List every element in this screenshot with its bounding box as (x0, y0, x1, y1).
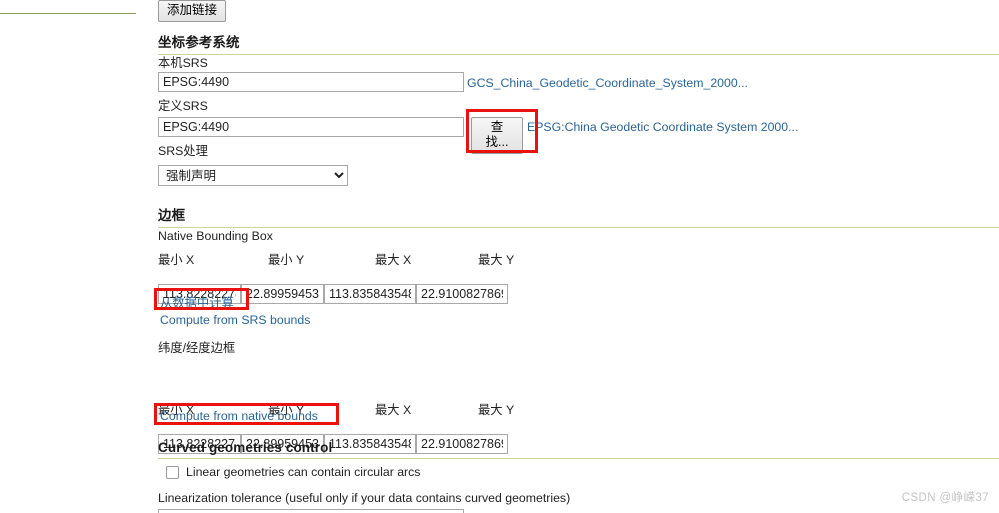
curved-section-header: Curved geometries control (158, 440, 999, 459)
bbox-section-title: 边框 (158, 204, 999, 228)
bbox-section-header: 边框 (158, 204, 999, 228)
native-bbox-header-min-x: 最小 X (158, 253, 195, 267)
watermark: CSDN @峥嵘37 (901, 492, 989, 504)
latlon-bbox-header-max-y: 最大 Y (478, 403, 515, 417)
latlon-bbox-label: 纬度/经度边框 (158, 341, 236, 355)
compute-from-native-bounds-link[interactable]: Compute from native bounds (160, 409, 318, 423)
native-srs-label: 本机SRS (158, 56, 208, 70)
native-srs-input[interactable] (158, 72, 464, 92)
circular-arcs-checkbox[interactable] (166, 466, 179, 479)
linearization-tolerance-label: Linearization tolerance (useful only if … (158, 491, 571, 505)
curved-section-title: Curved geometries control (158, 440, 999, 459)
declared-srs-input[interactable] (158, 117, 464, 137)
native-bbox-headers: 最小 X 最小 Y 最大 X 最大 Y (158, 250, 578, 267)
add-link-button[interactable]: 添加链接 (158, 0, 227, 22)
srs-section-title: 坐标参考系统 (158, 31, 999, 55)
srs-handling-select[interactable]: 强制声明 (158, 165, 348, 186)
srs-handling-label: SRS处理 (158, 144, 208, 158)
form-content: 添加链接 坐标参考系统 本机SRS GCS_China_Geodetic_Coo… (154, 0, 999, 513)
native-bbox-header-max-y: 最大 Y (478, 253, 515, 267)
srs-handling-label-wrap: SRS处理 (158, 144, 208, 159)
top-divider (0, 13, 136, 14)
linearization-tolerance-input[interactable] (158, 509, 464, 513)
page-root: 添加链接 坐标参考系统 本机SRS GCS_China_Geodetic_Coo… (0, 0, 999, 513)
latlon-bbox-header-max-x: 最大 X (375, 403, 412, 417)
declared-srs-description-link[interactable]: EPSG:China Geodetic Coordinate System 20… (527, 120, 798, 134)
native-bbox-header-min-y: 最小 Y (268, 253, 305, 267)
native-bbox-min-y-input[interactable] (241, 284, 324, 304)
native-srs-label-wrap: 本机SRS (158, 56, 208, 71)
native-bbox-max-x-input[interactable] (324, 284, 416, 304)
circular-arcs-row[interactable]: Linear geometries can contain circular a… (166, 465, 420, 480)
compute-from-srs-bounds-link[interactable]: Compute from SRS bounds (160, 313, 310, 327)
native-bbox-header-max-x: 最大 X (375, 253, 412, 267)
native-bbox-max-y-input[interactable] (416, 284, 508, 304)
latlon-bbox-label-wrap: 纬度/经度边框 (158, 341, 235, 356)
circular-arcs-label: Linear geometries can contain circular a… (186, 465, 421, 479)
find-srs-button[interactable]: 查找... (471, 117, 523, 154)
native-bbox-label: Native Bounding Box (158, 229, 273, 243)
native-bbox-label-wrap: Native Bounding Box (158, 229, 273, 244)
native-srs-description-link[interactable]: GCS_China_Geodetic_Coordinate_System_200… (467, 76, 748, 90)
srs-section-header: 坐标参考系统 (158, 31, 999, 55)
tolerance-label-wrap: Linearization tolerance (useful only if … (158, 491, 570, 506)
compute-from-data-link[interactable]: 从数据中计算 (160, 293, 234, 311)
declared-srs-label-wrap: 定义SRS (158, 99, 208, 114)
declared-srs-label: 定义SRS (158, 99, 208, 113)
